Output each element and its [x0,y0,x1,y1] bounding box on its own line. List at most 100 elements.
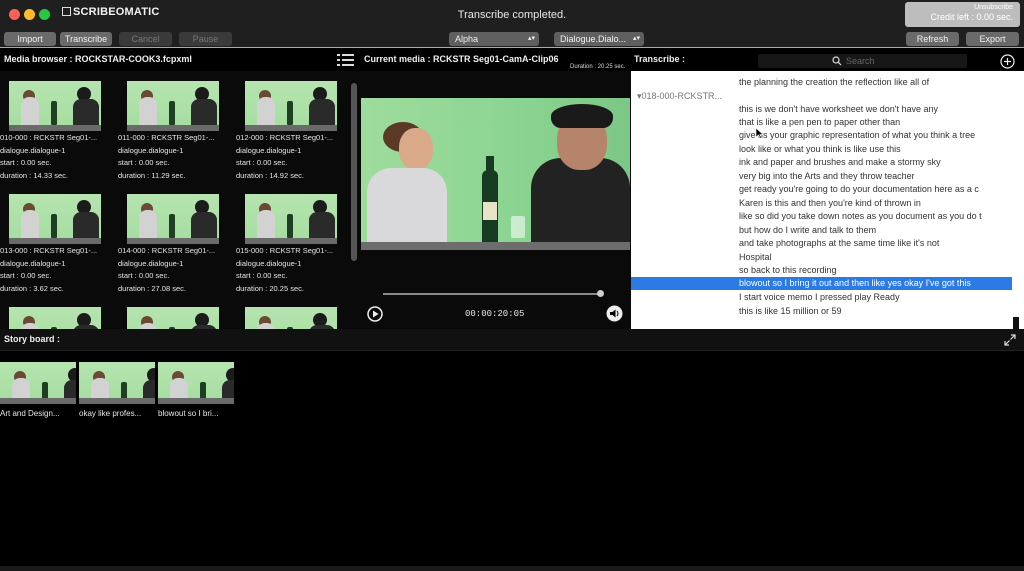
storyboard-item[interactable]: Art and Design... [0,362,78,418]
media-item-role: dialogue.dialogue-1 [236,145,302,155]
toolbar: Import Transcribe Cancel Pause Alpha ▴▾ D… [0,30,1024,48]
status-message: Transcribe completed. [457,9,567,21]
media-item-name: 010-000 : RCKSTR Seg01-... [0,133,98,142]
volume-icon[interactable] [606,305,623,322]
updown-chevron-icon: ▴▾ [632,35,640,42]
transcript-line[interactable]: get ready you're going to do your docume… [739,183,979,196]
media-item[interactable]: 015-000 : RCKSTR Seg01-... dialogue.dial… [236,194,352,294]
transcript-line[interactable]: this is like 15 million or 59 [739,305,842,318]
media-item-name: 013-000 : RCKSTR Seg01-... [0,246,98,255]
cancel-button[interactable]: Cancel [119,32,172,46]
updown-chevron-icon: ▴▾ [527,35,535,42]
clip-group-label[interactable]: ▾018-000-RCKSTR... [637,91,722,102]
transcript-line[interactable]: Karen is this and then you're kind of th… [739,197,921,210]
media-item-duration: duration : 20.25 sec. [236,283,304,293]
storyboard-item-label: blowout so I bri... [158,409,219,418]
media-item-role: dialogue.dialogue-1 [118,145,184,155]
sort-select-value: Alpha [455,34,479,44]
storyboard-item-label: Art and Design... [0,409,60,418]
storyboard-thumbnail [79,362,155,404]
add-icon[interactable] [1000,54,1015,69]
pause-button[interactable]: Pause [179,32,232,46]
role-select-value: Dialogue.Dialo... [560,34,627,44]
media-item-name: 015-000 : RCKSTR Seg01-... [236,246,334,255]
transcript-line[interactable]: but how do I write and talk to them [739,224,876,237]
horizontal-scrollbar[interactable] [0,566,1024,571]
media-item[interactable] [0,307,116,329]
media-item-role: dialogue.dialogue-1 [236,258,302,268]
media-item[interactable] [236,307,352,329]
media-thumbnail [9,194,101,244]
transcript-line[interactable]: very big into the Arts and they throw te… [739,170,915,183]
media-thumbnail [127,81,219,131]
media-item[interactable]: 012-000 : RCKSTR Seg01-... dialogue.dial… [236,81,352,181]
media-item-duration: duration : 3.62 sec. [0,283,64,293]
media-thumbnail [9,81,101,131]
media-item-duration: duration : 27.08 sec. [118,283,186,293]
credit-left-text: Credit left : 0.00 sec. [930,12,1013,22]
media-browser-scrollbar[interactable] [351,83,357,261]
transcript-line-selected[interactable]: blowout so I bring it out and then like … [631,277,1012,290]
media-item[interactable]: 013-000 : RCKSTR Seg01-... dialogue.dial… [0,194,116,294]
media-item-name: 012-000 : RCKSTR Seg01-... [236,133,334,142]
cursor-icon [755,126,764,139]
media-item[interactable]: 011-000 : RCKSTR Seg01-... dialogue.dial… [118,81,234,181]
media-item[interactable]: 014-000 : RCKSTR Seg01-... dialogue.dial… [118,194,234,294]
media-item-role: dialogue.dialogue-1 [0,145,66,155]
transcript-line[interactable]: Hospital [739,251,772,264]
transcript-line[interactable]: like so did you take down notes as you d… [739,210,982,223]
media-thumbnail [245,81,337,131]
media-item-name: 011-000 : RCKSTR Seg01-... [118,133,215,142]
media-browser-title: Media browser : ROCKSTAR-COOK3.fcpxml [4,54,192,64]
storyboard-item[interactable]: blowout so I bri... [158,362,236,418]
refresh-button[interactable]: Refresh [906,32,959,46]
media-item-role: dialogue.dialogue-1 [118,258,184,268]
media-item-duration: duration : 11.29 sec. [118,170,186,180]
transcript-scrollbar[interactable] [1013,317,1019,329]
playback-slider-knob[interactable] [597,290,604,297]
role-select[interactable]: Dialogue.Dialo... ▴▾ [554,32,644,46]
transcript-line[interactable]: give us your graphic representation of w… [739,129,975,142]
expand-icon[interactable] [1003,333,1017,347]
play-icon[interactable] [367,306,383,322]
import-button[interactable]: Import [4,32,56,46]
media-item[interactable] [118,307,234,329]
media-thumbnail [9,307,101,329]
storyboard-title: Story board : [4,334,61,344]
transcript-line[interactable]: ink and paper and brushes and make a sto… [739,156,941,169]
storyboard-header: Story board : [0,329,1024,351]
unsubscribe-link[interactable]: Unsubscribe [905,4,1013,11]
current-media-title: Current media : RCKSTR Seg01-CamA-Clip06 [364,54,559,64]
credit-panel[interactable]: Unsubscribe Credit left : 0.00 sec. [905,2,1020,27]
media-item-start: start : 0.00 sec. [118,271,170,280]
sort-select[interactable]: Alpha ▴▾ [449,32,539,46]
transcript-line[interactable]: this is we don't have worksheet we don't… [739,103,938,116]
search-placeholder: Search [846,56,875,66]
media-item-duration: duration : 14.33 sec. [0,170,68,180]
transcript-line[interactable]: look like or what you think is like use … [739,143,901,156]
media-thumbnail [127,194,219,244]
list-view-icon[interactable] [337,54,354,67]
storyboard-thumbnail [0,362,76,404]
title-bar: SCRIBEOMATIC Transcribe completed. Unsub… [0,0,1024,30]
transcribe-title: Transcribe : [634,54,686,64]
transcript-line[interactable]: I start voice memo I pressed play Ready [739,291,900,304]
transcript-line[interactable]: so back to this recording [739,264,837,277]
media-item[interactable]: 010-000 : RCKSTR Seg01-... dialogue.dial… [0,81,116,181]
media-thumbnail [245,194,337,244]
media-item-role: dialogue.dialogue-1 [0,258,66,268]
transcript-line[interactable]: the planning the creation the reflection… [739,76,929,89]
search-input[interactable]: Search [758,54,967,68]
media-item-duration: duration : 14.92 sec. [236,170,304,180]
media-thumbnail [127,307,219,329]
export-button[interactable]: Export [966,32,1019,46]
transcript-panel[interactable]: ▾018-000-RCKSTR... the planning the crea… [631,71,1024,329]
storyboard-thumbnail [158,362,234,404]
transcribe-button[interactable]: Transcribe [60,32,112,46]
clip-group-name: 018-000-RCKSTR... [641,91,723,101]
media-item-name: 014-000 : RCKSTR Seg01-... [118,246,216,255]
media-browser-panel: 010-000 : RCKSTR Seg01-... dialogue.dial… [0,71,359,329]
storyboard-item[interactable]: okay like profes... [79,362,157,418]
playback-slider[interactable] [383,293,601,295]
transcript-line[interactable]: and take photographs at the same time li… [739,237,939,250]
